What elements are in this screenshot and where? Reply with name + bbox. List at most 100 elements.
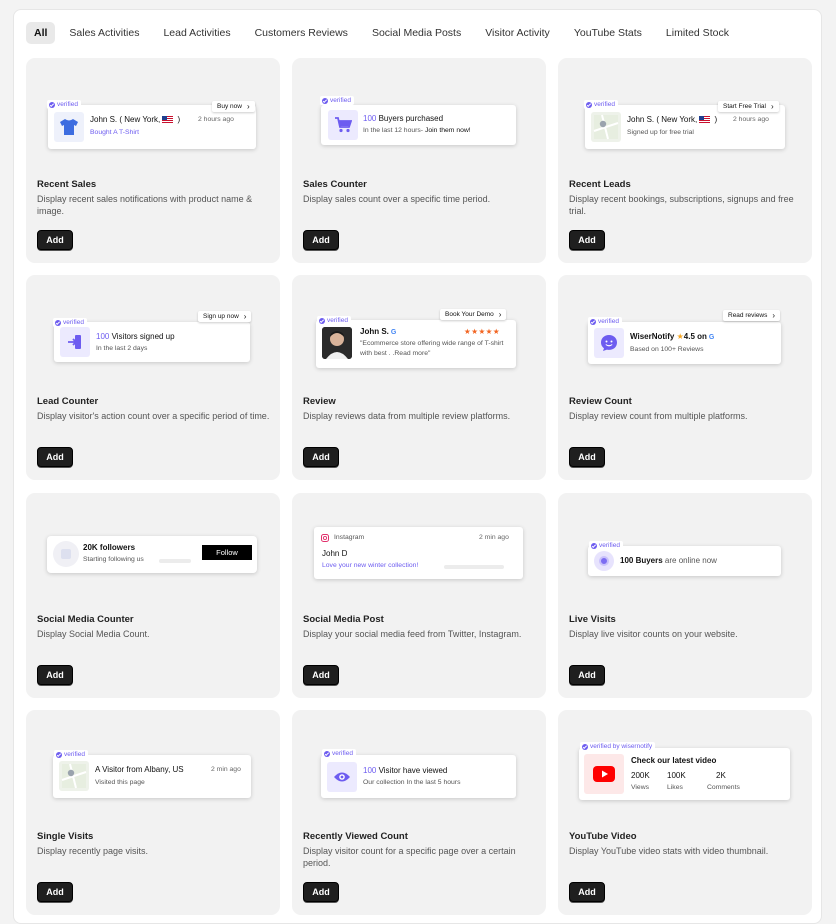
cta-button: Buy now › bbox=[212, 101, 255, 112]
card-live-visits: 100 Buyers are online now verified Live … bbox=[558, 493, 812, 698]
product-name: A T-Shirt bbox=[113, 129, 140, 136]
tab-social-media-posts[interactable]: Social Media Posts bbox=[364, 22, 469, 44]
notification-preview: 20K followers Starting following us Foll… bbox=[47, 536, 257, 573]
add-button[interactable]: Add bbox=[37, 665, 73, 685]
card-description: Display YouTube video stats with video t… bbox=[569, 846, 769, 856]
cta-label: Sign up now bbox=[203, 313, 239, 320]
name-close: ) bbox=[712, 115, 718, 124]
live-pulse-icon bbox=[594, 551, 614, 571]
live-count: 100 Buyers bbox=[620, 556, 663, 565]
sub-prefix: Bought bbox=[90, 129, 114, 136]
card-description: Display visitor's action count over a sp… bbox=[37, 411, 270, 421]
card-title: Lead Counter bbox=[37, 396, 99, 407]
cta-button: Sign up now › bbox=[198, 311, 252, 322]
map-icon bbox=[593, 114, 619, 140]
map-thumbnail bbox=[59, 761, 89, 791]
live-text: are online now bbox=[662, 556, 717, 565]
tab-lead-activities[interactable]: Lead Activities bbox=[155, 22, 238, 44]
card-description: Display Social Media Count. bbox=[37, 629, 150, 639]
cart-thumbnail bbox=[328, 110, 358, 140]
verified-label: verified bbox=[64, 751, 85, 758]
time-ago: 2 hours ago bbox=[733, 116, 769, 123]
us-flag-icon bbox=[162, 116, 174, 123]
name-close: ) bbox=[175, 115, 181, 124]
add-button[interactable]: Add bbox=[37, 882, 73, 902]
verified-check-icon bbox=[582, 743, 588, 750]
time-ago: 2 min ago bbox=[211, 766, 241, 773]
video-thumbnail bbox=[584, 754, 624, 794]
chevron-right-icon: › bbox=[246, 101, 250, 111]
views-value: 200K bbox=[631, 771, 650, 780]
poster-name: John D bbox=[322, 549, 348, 558]
verified-check-icon bbox=[56, 751, 62, 758]
card-review-count: WiserNotify ★4.5 on G Based on 100+ Revie… bbox=[558, 275, 812, 480]
review-count-text: Based on 100+ Reviews bbox=[630, 346, 704, 353]
add-button[interactable]: Add bbox=[569, 447, 605, 467]
verified-badge: verified bbox=[322, 749, 356, 758]
tab-visitor-activity[interactable]: Visitor Activity bbox=[477, 22, 558, 44]
tshirt-icon bbox=[60, 119, 78, 135]
card-description: Display recent bookings, subscriptions, … bbox=[569, 194, 794, 216]
youtube-icon bbox=[593, 766, 615, 782]
likes-label: Likes bbox=[667, 784, 683, 791]
card-youtube-video: Check our latest video 200K Views 100K L… bbox=[558, 710, 812, 915]
brand-name: WiserNotify bbox=[630, 332, 675, 341]
verified-check-icon bbox=[324, 750, 330, 757]
card-title: Recent Sales bbox=[37, 179, 97, 190]
time-ago: 2 hours ago bbox=[198, 116, 234, 123]
verified-check-icon bbox=[591, 542, 597, 549]
chat-thumbnail bbox=[594, 328, 624, 358]
visitors-text: Visitors signed up bbox=[109, 332, 175, 341]
card-title: Sales Counter bbox=[303, 179, 367, 190]
views-label: Views bbox=[631, 784, 650, 791]
card-description: Display recently page visits. bbox=[37, 846, 149, 856]
add-button[interactable]: Add bbox=[303, 882, 339, 902]
verified-check-icon bbox=[319, 317, 325, 324]
tab-youtube-stats[interactable]: YouTube Stats bbox=[566, 22, 650, 44]
add-button[interactable]: Add bbox=[569, 230, 605, 250]
verified-check-icon bbox=[322, 97, 328, 104]
add-button[interactable]: Add bbox=[569, 665, 605, 685]
notification-preview: Check our latest video 200K Views 100K L… bbox=[579, 748, 790, 800]
notification-preview: A Visitor from Albany, US 2 min ago Visi… bbox=[53, 755, 251, 798]
verified-label: verified bbox=[327, 317, 348, 324]
social-avatar bbox=[53, 541, 79, 567]
card-title: Recent Leads bbox=[569, 179, 631, 190]
google-icon: G bbox=[390, 329, 397, 336]
add-button[interactable]: Add bbox=[37, 230, 73, 250]
customer-name: John S. ( New York, bbox=[90, 115, 161, 124]
verified-badge: verified bbox=[584, 100, 618, 109]
notification-preview: 100 Visitors signed up In the last 2 day… bbox=[54, 322, 250, 362]
add-button[interactable]: Add bbox=[303, 447, 339, 467]
chevron-right-icon: › bbox=[770, 101, 774, 111]
card-title: Single Visits bbox=[37, 831, 94, 842]
tab-all[interactable]: All bbox=[26, 22, 56, 44]
add-button[interactable]: Add bbox=[569, 882, 605, 902]
social-profile-icon bbox=[61, 549, 71, 559]
add-button[interactable]: Add bbox=[303, 665, 339, 685]
chevron-right-icon: › bbox=[772, 310, 776, 320]
card-single-visits: A Visitor from Albany, US 2 min ago Visi… bbox=[26, 710, 280, 915]
chevron-right-icon: › bbox=[498, 309, 502, 319]
tab-customers-reviews[interactable]: Customers Reviews bbox=[247, 22, 356, 44]
add-button[interactable]: Add bbox=[303, 230, 339, 250]
tab-limited-stock[interactable]: Limited Stock bbox=[658, 22, 737, 44]
verified-badge: verified bbox=[53, 318, 87, 327]
verified-badge: verified bbox=[588, 317, 622, 326]
card-description: Display live visitor counts on your webs… bbox=[569, 629, 738, 639]
notification-preview: 100 Visitor have viewed Our collection I… bbox=[321, 755, 516, 798]
cta-label: Buy now bbox=[217, 103, 242, 110]
card-lead-counter: 100 Visitors signed up In the last 2 day… bbox=[26, 275, 280, 480]
cta-label: Read reviews bbox=[728, 312, 768, 319]
add-button[interactable]: Add bbox=[37, 447, 73, 467]
card-description: Display your social media feed from Twit… bbox=[303, 629, 522, 639]
likes-value: 100K bbox=[667, 771, 686, 780]
us-flag-icon bbox=[699, 116, 711, 123]
cta-button: Start Free Trial › bbox=[718, 101, 779, 112]
main-panel: All Sales Activities Lead Activities Cus… bbox=[13, 9, 822, 924]
card-title: Social Media Counter bbox=[37, 614, 134, 625]
notification-preview: 100 Buyers are online now bbox=[588, 546, 781, 576]
cta-button: Book Your Demo › bbox=[440, 309, 507, 320]
tab-sales-activities[interactable]: Sales Activities bbox=[61, 22, 147, 44]
person-avatar-icon bbox=[322, 327, 352, 359]
